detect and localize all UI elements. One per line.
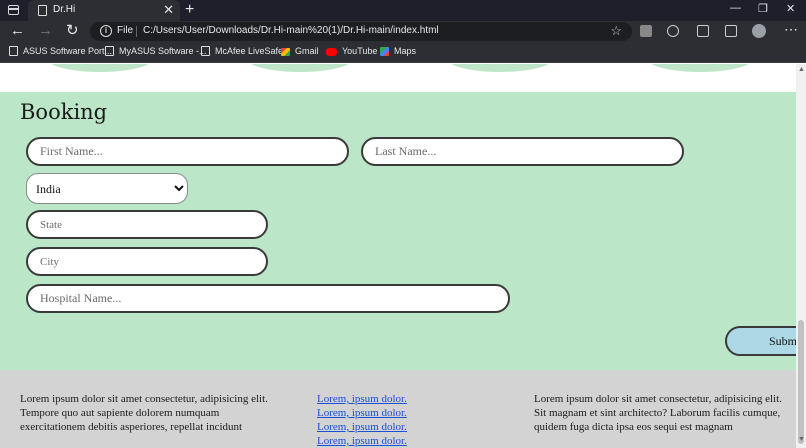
collections-icon[interactable] — [725, 25, 737, 37]
extension-icon[interactable] — [640, 25, 652, 37]
close-window-button[interactable]: ✕ — [786, 2, 795, 15]
page-scrollbar[interactable]: ▲ ▼ — [796, 64, 806, 448]
bookmarks-bar: ASUS Software Port... MyASUS Software -.… — [0, 42, 806, 63]
maps-icon — [380, 47, 389, 56]
back-arrow-icon[interactable]: ← — [10, 22, 25, 40]
tab-dr-hi[interactable]: Dr.Hi ✕ — [28, 0, 180, 21]
tab-close-icon[interactable]: ✕ — [163, 2, 174, 18]
decorative-pill — [46, 64, 154, 72]
decorative-pill — [646, 64, 754, 72]
first-name-input[interactable] — [26, 137, 349, 166]
url-separator — [136, 26, 137, 37]
forward-arrow-icon[interactable]: → — [38, 22, 53, 40]
footer-link[interactable]: Lorem, ipsum dolor. — [317, 434, 407, 448]
profile-avatar[interactable] — [752, 24, 766, 38]
bookmark-label: YouTube — [342, 46, 378, 56]
scroll-down-arrow-icon[interactable]: ▼ — [798, 436, 805, 443]
footer-links: Lorem, ipsum dolor. Lorem, ipsum dolor. … — [317, 392, 407, 448]
minimize-button[interactable]: — — [730, 2, 741, 14]
decorative-pill — [446, 64, 554, 72]
bookmark-gmail[interactable]: Gmail — [281, 46, 319, 56]
browser-essentials-icon[interactable] — [667, 25, 679, 37]
bookmark-label: Maps — [394, 46, 417, 56]
last-name-input[interactable] — [361, 137, 684, 166]
state-input[interactable] — [26, 210, 268, 239]
favorites-icon[interactable] — [697, 25, 709, 37]
submit-button[interactable]: Submit — [725, 326, 796, 356]
maximize-button[interactable]: ❐ — [758, 2, 768, 15]
bookmark-myasus-software[interactable]: MyASUS Software -... — [105, 46, 207, 56]
page-icon — [105, 46, 114, 56]
booking-section: Booking India Submit — [0, 92, 796, 370]
footer-description-text: Lorem ipsum dolor sit amet consectetur, … — [534, 393, 782, 433]
bookmark-label: MyASUS Software -... — [119, 46, 207, 56]
folder-icon — [9, 46, 18, 56]
city-input[interactable] — [26, 247, 268, 276]
site-info-icon[interactable]: i — [100, 25, 112, 37]
footer-link[interactable]: Lorem, ipsum dolor. — [317, 392, 407, 406]
gmail-icon — [281, 48, 290, 56]
page-viewport: Booking India Submit Lorem ipsum dolor s… — [0, 64, 796, 448]
page-favicon-icon — [38, 5, 47, 16]
scrollbar-thumb[interactable] — [798, 320, 804, 444]
url-scheme-label: File — [117, 25, 134, 36]
bookmark-youtube[interactable]: YouTube — [326, 46, 377, 56]
new-tab-button[interactable]: + — [185, 0, 194, 20]
bookmark-label: ASUS Software Port... — [23, 46, 113, 56]
hospital-name-input[interactable] — [26, 284, 510, 313]
more-menu-icon[interactable]: ⋯ — [784, 21, 798, 38]
scroll-up-arrow-icon[interactable]: ▲ — [798, 66, 805, 73]
footer-link[interactable]: Lorem, ipsum dolor. — [317, 420, 407, 434]
bookmark-label: McAfee LiveSafe — [215, 46, 284, 56]
tab-actions-icon[interactable] — [8, 5, 19, 15]
tab-strip: Dr.Hi ✕ + — ❐ ✕ — [0, 0, 806, 21]
bookmark-label: Gmail — [295, 46, 319, 56]
bookmark-mcafee-livesafe[interactable]: McAfee LiveSafe — [201, 46, 283, 56]
page-footer: Lorem ipsum dolor sit amet consectetur, … — [0, 370, 796, 448]
bookmark-maps[interactable]: Maps — [380, 46, 416, 56]
booking-heading: Booking — [20, 100, 108, 124]
youtube-icon — [326, 48, 337, 56]
url-text[interactable]: C:/Users/User/Downloads/Dr.Hi-main%20(1)… — [143, 25, 439, 36]
address-bar[interactable]: i File C:/Users/User/Downloads/Dr.Hi-mai… — [90, 22, 632, 41]
footer-about-text: Lorem ipsum dolor sit amet consectetur, … — [20, 393, 268, 433]
refresh-icon[interactable]: ↻ — [66, 22, 79, 40]
browser-toolbar: ← → ↻ i File C:/Users/User/Downloads/Dr.… — [0, 21, 806, 42]
footer-link[interactable]: Lorem, ipsum dolor. — [317, 406, 407, 420]
page-icon — [201, 46, 210, 56]
tab-title: Dr.Hi — [53, 4, 76, 15]
decorative-pill — [246, 64, 354, 72]
country-select[interactable]: India — [26, 173, 188, 204]
add-favorite-star-icon[interactable]: ☆ — [610, 23, 622, 39]
bookmark-asus-software-portal[interactable]: ASUS Software Port... — [9, 46, 112, 56]
